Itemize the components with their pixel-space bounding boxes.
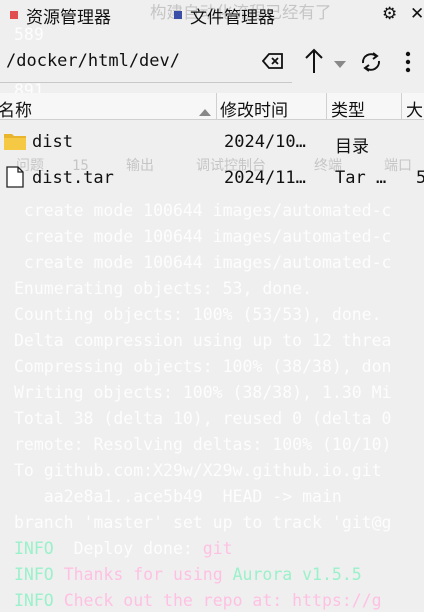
file-size: 5	[416, 168, 424, 188]
path-underline	[0, 82, 292, 83]
folder-icon	[4, 132, 26, 155]
sort-ascending-icon[interactable]	[199, 101, 211, 121]
path-input[interactable]: /docker/html/dev/	[6, 51, 180, 71]
terminal-line: Total 38 (delta 10), reused 0 (delta 0	[14, 409, 392, 428]
table-row[interactable]: dist.tar 2024/11… Tar … 5	[0, 160, 424, 194]
tab-bar: 资源管理器 文件管理器 ⚙ ✕	[0, 0, 424, 30]
file-modified: 2024/10…	[224, 132, 306, 152]
terminal-line: Compressing objects: 100% (38/38), don	[14, 357, 392, 376]
tab-color-marker	[10, 11, 18, 19]
column-divider[interactable]	[401, 93, 402, 119]
file-type: 目录	[335, 137, 369, 156]
tab-file-manager[interactable]: 文件管理器	[174, 0, 275, 30]
terminal-line: Delta compression using up to 12 threa	[14, 331, 392, 350]
tab-label: 文件管理器	[190, 7, 275, 27]
gear-icon[interactable]: ⚙	[382, 4, 397, 24]
terminal-line: create mode 100644 images/automated-c	[14, 201, 392, 220]
terminal-output: 构建自动化流程已经有了 589 891 问题 15 输出 调试控制台 终端 端口…	[0, 0, 424, 612]
terminal-line: Writing objects: 100% (38/38), 1.30 Mi	[14, 383, 392, 402]
terminal-line: remote: Resolving deltas: 100% (10/10)	[14, 435, 392, 454]
tab-color-marker	[174, 11, 182, 19]
refresh-icon[interactable]	[359, 50, 383, 79]
terminal-info-line: INFO Check out the repo at: https://g	[14, 591, 382, 610]
up-arrow-icon[interactable]	[304, 47, 324, 80]
terminal-line: create mode 100644 images/automated-c	[14, 227, 392, 246]
file-modified: 2024/11…	[224, 168, 306, 188]
file-type: Tar …	[335, 168, 387, 188]
terminal-line: aa2e8a1..ace5b49 HEAD -> main	[14, 487, 342, 506]
terminal-line: Enumerating objects: 53, done.	[14, 279, 313, 298]
terminal-line: branch 'master' set up to track 'git@g	[14, 513, 392, 532]
column-divider[interactable]	[216, 93, 217, 119]
close-icon[interactable]: ✕	[410, 4, 424, 24]
terminal-info-line: INFO Thanks for using Aurora v1.5.5	[14, 565, 362, 584]
chevron-down-icon[interactable]	[334, 56, 346, 74]
column-header-size[interactable]: 大	[406, 96, 423, 121]
file-icon	[6, 166, 24, 193]
file-table-header: 名称 修改时间 类型 大	[0, 93, 424, 120]
more-vertical-icon[interactable]	[404, 50, 412, 79]
terminal-line: create mode 100644 images/automated-c	[14, 253, 392, 272]
tab-label: 资源管理器	[26, 7, 111, 27]
terminal-info-line: INFO Deploy done: git	[14, 539, 233, 558]
table-row[interactable]: dist 2024/10… 目录	[0, 124, 424, 158]
tab-resource-manager[interactable]: 资源管理器	[10, 0, 111, 30]
terminal-line: To github.com:X29w/X29w.github.io.git	[14, 461, 382, 480]
clear-input-icon[interactable]	[261, 51, 284, 76]
column-divider[interactable]	[326, 93, 327, 119]
column-header-type[interactable]: 类型	[331, 96, 365, 121]
column-header-name[interactable]: 名称	[0, 96, 32, 121]
file-name: dist	[32, 132, 73, 152]
column-header-modified[interactable]: 修改时间	[220, 96, 288, 121]
file-name: dist.tar	[32, 168, 114, 188]
terminal-line: Counting objects: 100% (53/53), done.	[14, 305, 382, 324]
